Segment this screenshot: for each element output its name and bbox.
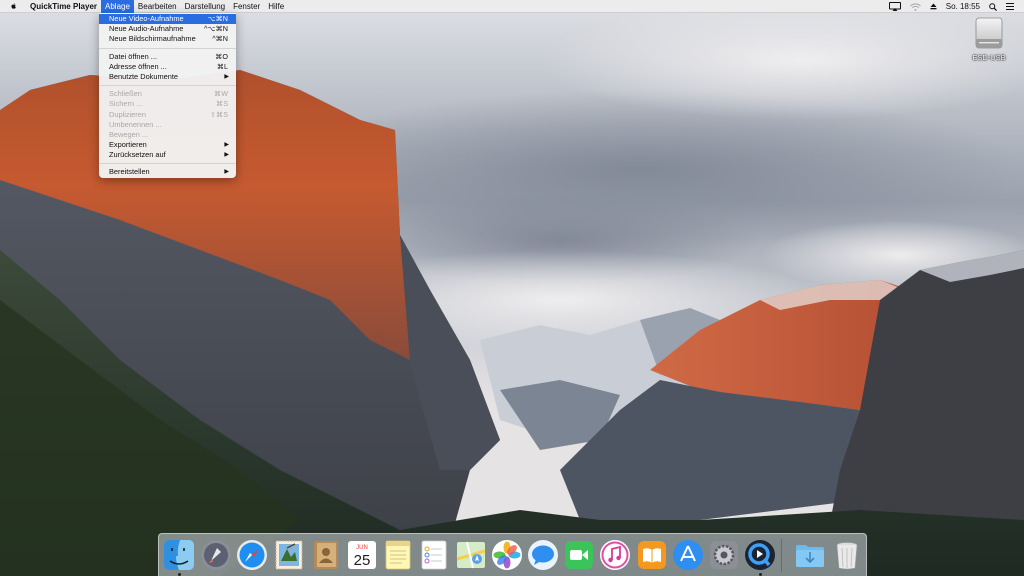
- menu-hilfe[interactable]: Hilfe: [264, 0, 288, 13]
- menu-separator: [99, 85, 236, 87]
- menu-item-exportieren[interactable]: Exportieren ▶: [99, 140, 236, 150]
- menu-item-shortcut: ^⌘N: [212, 34, 228, 44]
- menu-item-label: Bewegen ...: [109, 129, 149, 139]
- menu-item-label: Adresse öffnen ...: [109, 61, 167, 71]
- system-preferences-icon[interactable]: [708, 539, 740, 571]
- menu-item-label: Neue Bildschirmaufnahme: [109, 34, 196, 44]
- menu-item-label: Neue Video-Aufnahme: [109, 14, 184, 23]
- clock[interactable]: So. 18:55: [946, 0, 980, 13]
- menu-item-label: Schließen: [109, 89, 142, 99]
- menu-item-label: Datei öffnen ...: [109, 51, 157, 61]
- finder-icon[interactable]: [163, 539, 195, 571]
- airplay-icon[interactable]: [888, 0, 901, 13]
- notification-center-icon[interactable]: [1006, 0, 1014, 13]
- menu-item-label: Umbenennen ...: [109, 119, 162, 129]
- menu-item-shortcut: ⌘S: [216, 99, 228, 109]
- menu-item-schliessen[interactable]: Schließen ⌘W: [99, 89, 236, 99]
- calendar-month: JUN: [356, 545, 368, 551]
- ibooks-icon[interactable]: [636, 539, 668, 571]
- submenu-arrow-icon: ▶: [224, 152, 229, 159]
- dock-separator: [781, 539, 782, 572]
- menu-item-shortcut: ⌥⌘N: [207, 14, 228, 23]
- wifi-icon[interactable]: [909, 0, 921, 13]
- menu-item-bereitstellen[interactable]: Bereitstellen ▶: [99, 167, 236, 177]
- menu-item-sichern[interactable]: Sichern ... ⌘S: [99, 99, 236, 109]
- safari-icon[interactable]: [236, 539, 268, 571]
- photos-icon[interactable]: [491, 539, 523, 571]
- spotlight-search-icon[interactable]: [989, 0, 997, 13]
- apple-menu-icon[interactable]: [7, 0, 20, 13]
- trash-icon[interactable]: [831, 539, 863, 571]
- menu-item-label: Neue Audio-Aufnahme: [109, 24, 184, 34]
- menu-item-label: Zurücksetzen auf: [109, 150, 166, 160]
- menu-item-shortcut: ⌘O: [215, 51, 228, 61]
- external-drive-icon: [975, 17, 1003, 49]
- submenu-arrow-icon: ▶: [224, 169, 229, 176]
- menu-item-duplizieren[interactable]: Duplizieren ⇧⌘S: [99, 110, 236, 120]
- itunes-icon[interactable]: [599, 539, 631, 571]
- app-menu-quicktime[interactable]: QuickTime Player: [26, 0, 101, 13]
- menu-item-neue-bildschirmaufnahme[interactable]: Neue Bildschirmaufnahme ^⌘N: [99, 34, 236, 44]
- app-store-icon[interactable]: [672, 539, 704, 571]
- messages-icon[interactable]: [527, 539, 559, 571]
- submenu-arrow-icon: ▶: [224, 73, 229, 80]
- quicktime-icon[interactable]: [744, 539, 776, 571]
- menu-ablage[interactable]: Ablage: [101, 0, 134, 13]
- menu-darstellung[interactable]: Darstellung: [181, 0, 229, 13]
- facetime-icon[interactable]: [563, 539, 595, 571]
- menu-fenster[interactable]: Fenster: [229, 0, 264, 13]
- menu-item-label: Exportieren: [109, 140, 147, 150]
- menu-item-adresse-oeffnen[interactable]: Adresse öffnen ... ⌘L: [99, 62, 236, 72]
- menu-item-shortcut: ^⌥⌘N: [203, 24, 228, 34]
- menu-item-umbenennen[interactable]: Umbenennen ...: [99, 120, 236, 130]
- mail-icon[interactable]: [273, 539, 305, 571]
- ablage-dropdown-menu: Neue Video-Aufnahme ⌥⌘N Neue Audio-Aufna…: [99, 13, 236, 178]
- apple-logo-icon: [11, 3, 16, 9]
- contacts-icon[interactable]: [310, 539, 342, 571]
- notes-icon[interactable]: [382, 539, 414, 571]
- status-menus: So. 18:55: [880, 0, 1024, 13]
- menu-item-shortcut: ⌘L: [216, 61, 228, 71]
- menu-item-bewegen[interactable]: Bewegen ...: [99, 130, 236, 140]
- menu-separator: [99, 163, 236, 165]
- menu-item-zuruecksetzen-auf[interactable]: Zurücksetzen auf ▶: [99, 150, 236, 160]
- menu-separator: [99, 47, 236, 49]
- menu-item-shortcut: ⇧⌘S: [209, 109, 228, 119]
- dock: JUN 25: [158, 533, 867, 576]
- menu-bar: QuickTime Player Ablage Bearbeiten Darst…: [0, 0, 1024, 13]
- menu-item-neue-video-aufnahme[interactable]: Neue Video-Aufnahme ⌥⌘N: [99, 14, 236, 25]
- menu-bearbeiten[interactable]: Bearbeiten: [134, 0, 181, 13]
- submenu-arrow-icon: ▶: [224, 142, 229, 149]
- menu-item-datei-oeffnen[interactable]: Datei öffnen ... ⌘O: [99, 52, 236, 62]
- reminders-icon[interactable]: [418, 539, 450, 571]
- menu-item-label: Bereitstellen: [109, 167, 150, 177]
- maps-icon[interactable]: [455, 539, 487, 571]
- launchpad-icon[interactable]: [200, 539, 232, 571]
- calendar-icon[interactable]: JUN 25: [346, 539, 378, 571]
- drive-label: ESD-USB: [972, 53, 1006, 62]
- downloads-folder-icon[interactable]: [794, 539, 826, 571]
- desktop-drive-esd-usb[interactable]: ESD-USB: [968, 17, 1010, 62]
- eject-icon[interactable]: [930, 0, 937, 13]
- menu-item-shortcut: ⌘W: [214, 89, 228, 99]
- menu-item-label: Duplizieren: [109, 109, 146, 119]
- menu-item-label: Benutzte Dokumente: [109, 71, 179, 81]
- menu-item-neue-audio-aufnahme[interactable]: Neue Audio-Aufnahme ^⌥⌘N: [99, 24, 236, 34]
- menu-item-benutzte-dokumente[interactable]: Benutzte Dokumente ▶: [99, 72, 236, 82]
- calendar-day: 25: [354, 552, 371, 569]
- menu-item-label: Sichern ...: [109, 99, 143, 109]
